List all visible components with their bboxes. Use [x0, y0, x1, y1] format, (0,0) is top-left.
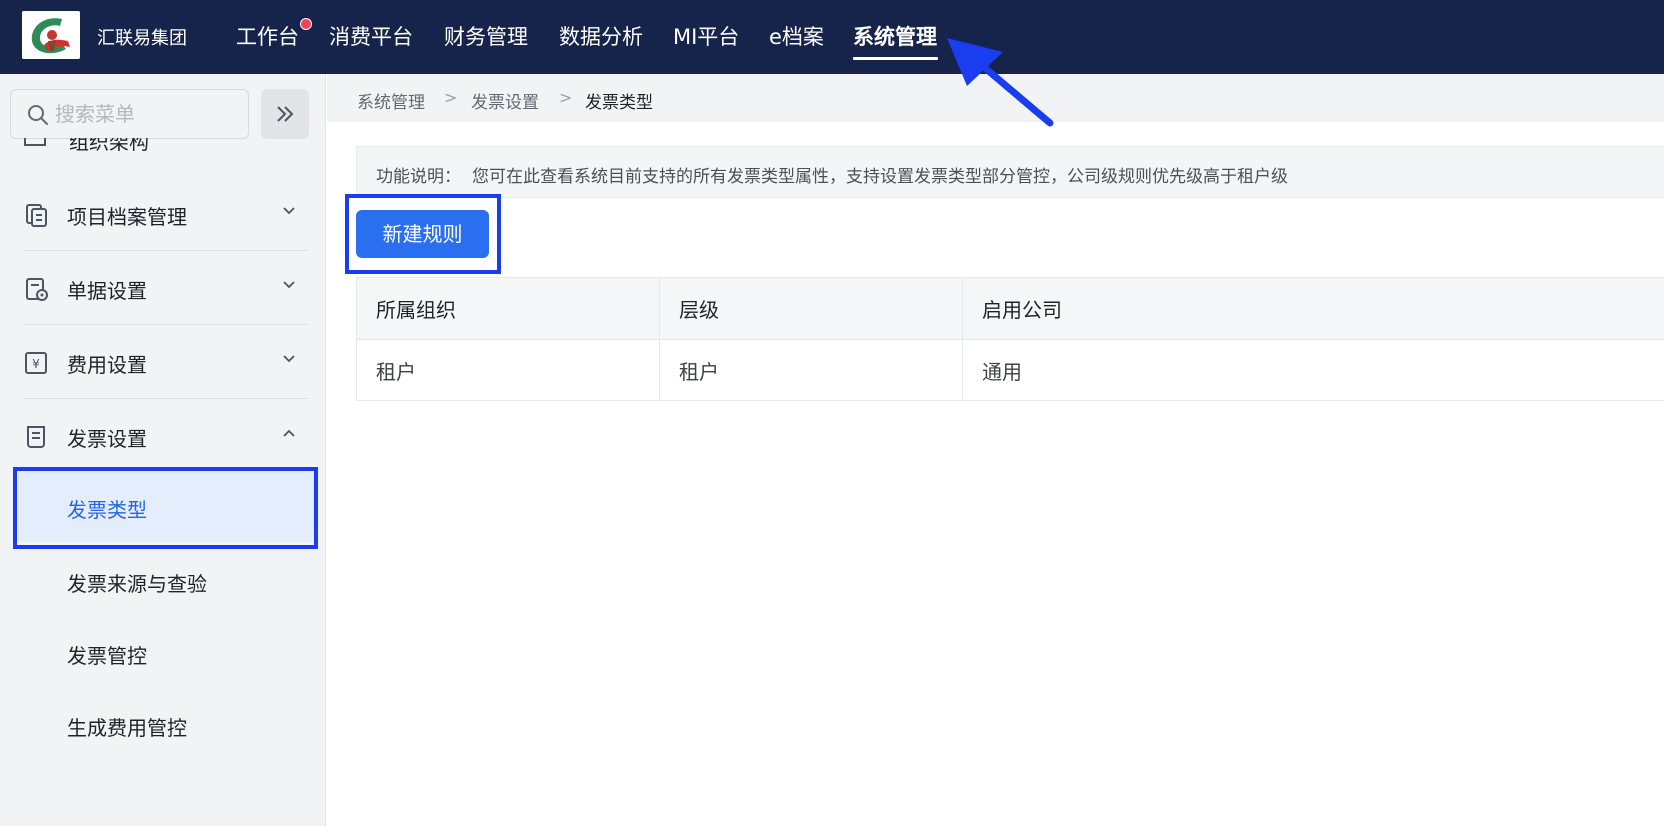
- sidebar-group-invoice-settings[interactable]: 发票设置: [24, 406, 308, 466]
- sidebar-item-label: 生成费用管控: [67, 716, 187, 740]
- chevron-down-icon: [283, 281, 295, 289]
- yen-icon: ¥: [25, 352, 47, 374]
- nav-workbench[interactable]: 工作台: [236, 21, 299, 51]
- notification-dot: [300, 18, 312, 30]
- chevron-down-icon: [283, 207, 295, 215]
- sidebar-item-invoice-control[interactable]: 发票管控: [16, 616, 316, 688]
- sidebar-divider: [24, 324, 308, 325]
- sidebar-collapse-button[interactable]: [261, 89, 309, 139]
- nav-data-analysis[interactable]: 数据分析: [559, 21, 643, 51]
- function-description-label: 功能说明：: [376, 167, 461, 187]
- sidebar-group-expense-settings[interactable]: ¥ 费用设置: [24, 332, 308, 392]
- sidebar-group-form-settings[interactable]: 单据设置: [24, 258, 308, 318]
- sidebar-group-label: 单据设置: [67, 279, 147, 303]
- main-content: 系统管理 > 发票设置 > 发票类型 功能说明： 您可在此查看系统目前支持的所有…: [327, 74, 1664, 826]
- table-header-row: 所属组织 层级 启用公司: [356, 277, 1664, 340]
- breadcrumb-item-system-management[interactable]: 系统管理: [357, 88, 425, 113]
- sidebar: 组织架构 项目档案管理 单据设置 ¥: [0, 74, 326, 826]
- chevron-up-icon: [283, 429, 295, 437]
- table-cell-organization: 租户: [356, 339, 660, 401]
- sidebar-group-project-archive[interactable]: 项目档案管理: [24, 184, 308, 244]
- sidebar-item-label: 发票来源与查验: [67, 572, 207, 596]
- breadcrumb-item-invoice-type: 发票类型: [585, 93, 653, 113]
- new-rule-button[interactable]: 新建规则: [356, 210, 489, 258]
- svg-text:¥: ¥: [32, 357, 40, 371]
- double-chevron-right-icon: [277, 106, 294, 122]
- nav-mi-platform[interactable]: MI平台: [673, 21, 739, 51]
- sidebar-item-label: 发票类型: [67, 498, 147, 522]
- sidebar-item-label: 发票管控: [67, 644, 147, 668]
- sidebar-group-label: 发票设置: [67, 427, 147, 451]
- nav-system-management[interactable]: 系统管理: [853, 21, 937, 51]
- column-header-enabled-company: 启用公司: [962, 277, 1664, 340]
- function-description-text: 您可在此查看系统目前支持的所有发票类型属性，支持设置发票类型部分管控，公司级规则…: [472, 167, 1288, 187]
- sidebar-item-invoice-type[interactable]: 发票类型: [16, 470, 316, 542]
- documents-icon: [26, 204, 47, 227]
- search-icon: [28, 105, 48, 125]
- column-header-organization: 所属组织: [356, 277, 660, 340]
- active-nav-indicator: [853, 57, 938, 60]
- breadcrumb: 系统管理 > 发票设置 > 发票类型: [327, 74, 1664, 122]
- form-settings-icon: [26, 278, 48, 301]
- sidebar-divider: [24, 398, 308, 399]
- table-cell-level: 租户: [659, 339, 963, 401]
- rules-table: 所属组织 层级 启用公司 租户 租户 通用: [356, 277, 1664, 401]
- table-cell-enabled-company: 通用: [962, 339, 1664, 401]
- function-description-bar: 功能说明： 您可在此查看系统目前支持的所有发票类型属性，支持设置发票类型部分管控…: [356, 146, 1664, 198]
- sidebar-item-invoice-source-check[interactable]: 发票来源与查验: [16, 544, 316, 616]
- nav-finance-management[interactable]: 财务管理: [444, 21, 528, 51]
- sidebar-group-label: 项目档案管理: [67, 205, 187, 229]
- sidebar-item-partial-label: 组织架构: [69, 138, 149, 154]
- chevron-down-icon: [283, 355, 295, 363]
- breadcrumb-separator: >: [559, 88, 573, 107]
- menu-search-box[interactable]: [10, 89, 249, 139]
- column-header-level: 层级: [659, 277, 963, 340]
- table-row[interactable]: 租户 租户 通用: [356, 339, 1664, 401]
- sidebar-item-expense-generation-control[interactable]: 生成费用管控: [16, 688, 316, 760]
- breadcrumb-separator: >: [444, 88, 458, 107]
- top-navigation-bar: 汇联易集团 工作台 消费平台 财务管理 数据分析 MI平台 e档案 系统管理: [0, 0, 1664, 74]
- nav-consumption-platform[interactable]: 消费平台: [329, 21, 413, 51]
- nav-e-archive[interactable]: e档案: [769, 21, 824, 51]
- sidebar-group-label: 费用设置: [67, 353, 147, 377]
- company-name: 汇联易集团: [97, 28, 187, 49]
- sidebar-item-partial[interactable]: 组织架构: [24, 138, 304, 156]
- sidebar-divider: [24, 250, 308, 251]
- breadcrumb-item-invoice-settings[interactable]: 发票设置: [471, 88, 539, 113]
- company-logo[interactable]: [22, 11, 80, 59]
- menu-search-input[interactable]: [55, 90, 243, 138]
- org-icon: [24, 138, 46, 146]
- logo-icon: [22, 11, 80, 59]
- invoice-icon: [27, 426, 45, 448]
